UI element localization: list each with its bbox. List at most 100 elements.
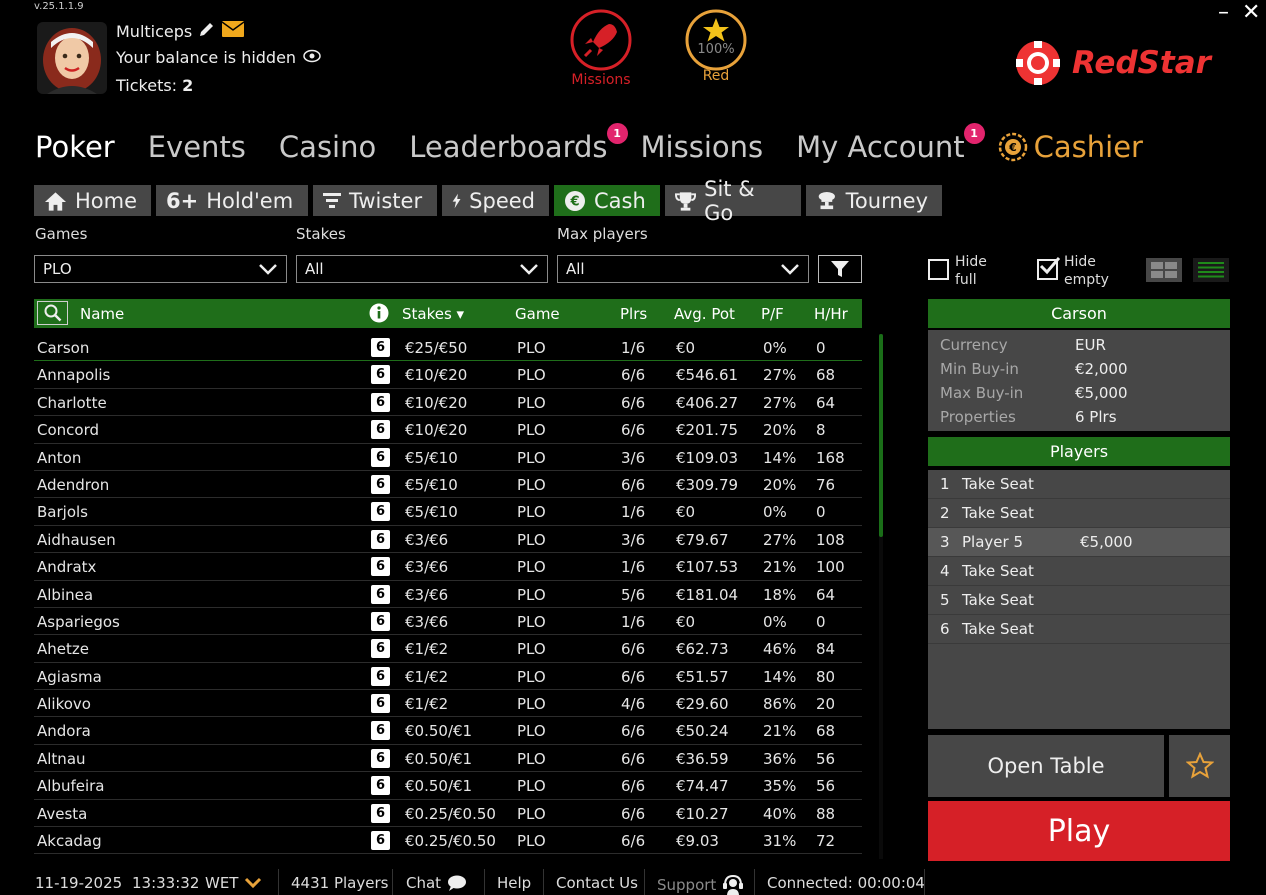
minimize-button[interactable]: – <box>1218 0 1229 25</box>
seat-row[interactable]: 3 Player 5 €5,000 <box>928 528 1230 557</box>
red-progress-text: 100% <box>697 42 735 57</box>
seat-row[interactable]: 6 Take Seat <box>928 615 1230 644</box>
nav-missions[interactable]: Missions <box>641 130 764 164</box>
missions-shortcut[interactable]: Missions <box>569 8 633 88</box>
stakes-select[interactable]: All <box>296 255 548 283</box>
table-row[interactable]: Agiasma €1/€2 PLO 6/6 €51.57 14% 80 6 <box>34 663 862 691</box>
tab-holdem[interactable]: 6+ Hold'em <box>156 185 308 216</box>
seat-row[interactable]: 4 Take Seat <box>928 557 1230 586</box>
table-row[interactable]: Akcadag €0.25/€0.50 PLO 6/6 €9.03 31% 72 6 <box>34 827 862 855</box>
column-hhr[interactable]: H/Hr <box>814 305 848 323</box>
chevron-down-icon <box>245 877 262 889</box>
cell-game: PLO <box>517 366 546 385</box>
red-status-shortcut[interactable]: 100% Red <box>684 8 748 84</box>
support-link[interactable]: Support <box>657 874 744 895</box>
table-row[interactable]: Alikovo €1/€2 PLO 4/6 €29.60 86% 20 6 <box>34 690 862 718</box>
nav-poker[interactable]: Poker <box>35 130 115 164</box>
tab-twister[interactable]: Twister <box>313 185 437 216</box>
grid-view-button[interactable] <box>1146 258 1182 282</box>
chat-link[interactable]: Chat <box>406 874 467 892</box>
players-list: 1 Take Seat 2 Take Seat 3 Player 5 €5,000 4 Take… <box>928 470 1230 729</box>
cell-hhr: 88 <box>816 804 836 823</box>
table-search-button[interactable] <box>37 301 68 325</box>
cell-pf: 31% <box>763 832 797 851</box>
table-row[interactable]: Annapolis €10/€20 PLO 6/6 €546.61 27% 68 6 <box>34 361 862 389</box>
table-row[interactable]: Carson €25/€50 PLO 1/6 €0 0% 0 6 <box>34 334 862 362</box>
avatar[interactable] <box>37 22 107 94</box>
column-plrs[interactable]: Plrs <box>620 305 647 323</box>
twister-icon <box>323 192 341 208</box>
list-view-button[interactable] <box>1193 258 1229 282</box>
pencil-icon[interactable] <box>198 20 216 42</box>
close-button[interactable]: ✕ <box>1242 0 1260 25</box>
table-row[interactable]: Albinea €3/€6 PLO 5/6 €181.04 18% 64 6 <box>34 581 862 608</box>
favorite-button[interactable] <box>1169 735 1230 797</box>
max-players-select[interactable]: All <box>557 255 809 283</box>
nav-cashier[interactable]: € Cashier <box>998 130 1143 164</box>
mail-icon[interactable] <box>221 21 245 41</box>
seat-row[interactable]: 5 Take Seat <box>928 586 1230 615</box>
eye-icon[interactable] <box>303 48 321 67</box>
table-row[interactable]: Albufeira €0.50/€1 PLO 6/6 €74.47 35% 56 6 <box>34 772 862 800</box>
max-players-badge: 6 <box>371 584 390 604</box>
cell-hhr: 68 <box>816 722 836 741</box>
seat-row[interactable]: 2 Take Seat <box>928 499 1230 528</box>
tab-tourney[interactable]: Tourney <box>806 185 942 216</box>
cell-avg-pot: €181.04 <box>676 585 739 604</box>
play-button[interactable]: Play <box>928 801 1230 861</box>
hide-empty-checkbox[interactable]: Hide empty <box>1037 253 1109 289</box>
tab-sit-and-go[interactable]: Sit & Go <box>665 177 801 225</box>
table-row[interactable]: Aidhausen €3/€6 PLO 3/6 €79.67 27% 108 6 <box>34 526 862 554</box>
table-row[interactable]: Andratx €3/€6 PLO 1/6 €107.53 21% 100 6 <box>34 553 862 581</box>
cell-hhr: 8 <box>816 421 826 440</box>
max-players-badge: 6 <box>371 529 390 549</box>
nav-events[interactable]: Events <box>148 130 246 164</box>
column-name[interactable]: Name <box>80 305 124 323</box>
table-row[interactable]: Concord €10/€20 PLO 6/6 €201.75 20% 8 6 <box>34 416 862 444</box>
cell-stakes: €10/€20 <box>405 421 468 440</box>
table-header: Name Stakes ▾ Game Plrs Avg. Pot P/F H/H… <box>34 299 862 328</box>
help-link[interactable]: Help <box>497 874 531 892</box>
cell-game: PLO <box>517 421 546 440</box>
status-date: 11-19-2025 <box>35 874 123 892</box>
tab-home[interactable]: Home <box>34 185 151 216</box>
cell-pf: 27% <box>763 530 797 549</box>
seat-label: Player 5 <box>962 533 1023 551</box>
table-row[interactable]: Adendron €5/€10 PLO 6/6 €309.79 20% 76 6 <box>34 471 862 499</box>
column-pf[interactable]: P/F <box>761 305 784 323</box>
cell-avg-pot: €50.24 <box>676 722 729 741</box>
timezone-selector[interactable]: WET <box>205 874 262 892</box>
open-table-button[interactable]: Open Table <box>928 735 1164 797</box>
table-row[interactable]: Aspariegos €3/€6 PLO 1/6 €0 0% 0 6 <box>34 608 862 636</box>
table-row[interactable]: Ahetze €1/€2 PLO 6/6 €62.73 46% 84 6 <box>34 635 862 663</box>
tickets-row: Tickets: 2 <box>116 76 193 95</box>
cell-plrs: 6/6 <box>621 475 646 494</box>
table-row[interactable]: Anton €5/€10 PLO 3/6 €109.03 14% 168 6 <box>34 444 862 471</box>
max-players-badge: 6 <box>371 776 390 796</box>
nav-my-account[interactable]: My Account 1 <box>796 123 985 164</box>
tab-cash[interactable]: € Cash <box>554 185 660 216</box>
cell-name: Akcadag <box>37 832 102 851</box>
nav-leaderboards[interactable]: Leaderboards 1 <box>409 123 628 164</box>
contact-us-link[interactable]: Contact Us <box>556 874 638 892</box>
filter-button[interactable] <box>818 255 862 283</box>
nav-casino[interactable]: Casino <box>279 130 376 164</box>
cell-avg-pot: €107.53 <box>676 558 739 577</box>
column-stakes[interactable]: Stakes ▾ <box>402 305 464 323</box>
tab-speed[interactable]: Speed <box>442 185 549 216</box>
cell-stakes: €10/€20 <box>405 366 468 385</box>
seat-row[interactable]: 1 Take Seat <box>928 470 1230 499</box>
hide-full-checkbox[interactable]: Hide full <box>928 253 987 289</box>
scrollbar-thumb[interactable] <box>879 334 883 537</box>
column-avg-pot[interactable]: Avg. Pot <box>674 305 735 323</box>
info-icon[interactable] <box>369 303 389 327</box>
games-select[interactable]: PLO <box>34 255 287 283</box>
table-row[interactable]: Avesta €0.25/€0.50 PLO 6/6 €10.27 40% 88 6 <box>34 800 862 828</box>
table-row[interactable]: Charlotte €10/€20 PLO 6/6 €406.27 27% 64 6 <box>34 389 862 417</box>
table-row[interactable]: Altnau €0.50/€1 PLO 6/6 €36.59 36% 56 6 <box>34 745 862 773</box>
table-row[interactable]: Barjols €5/€10 PLO 1/6 €0 0% 0 6 <box>34 498 862 526</box>
cell-hhr: 64 <box>816 393 836 412</box>
cell-stakes: €3/€6 <box>405 530 449 549</box>
column-game[interactable]: Game <box>515 305 560 323</box>
table-row[interactable]: Andora €0.50/€1 PLO 6/6 €50.24 21% 68 6 <box>34 717 862 745</box>
